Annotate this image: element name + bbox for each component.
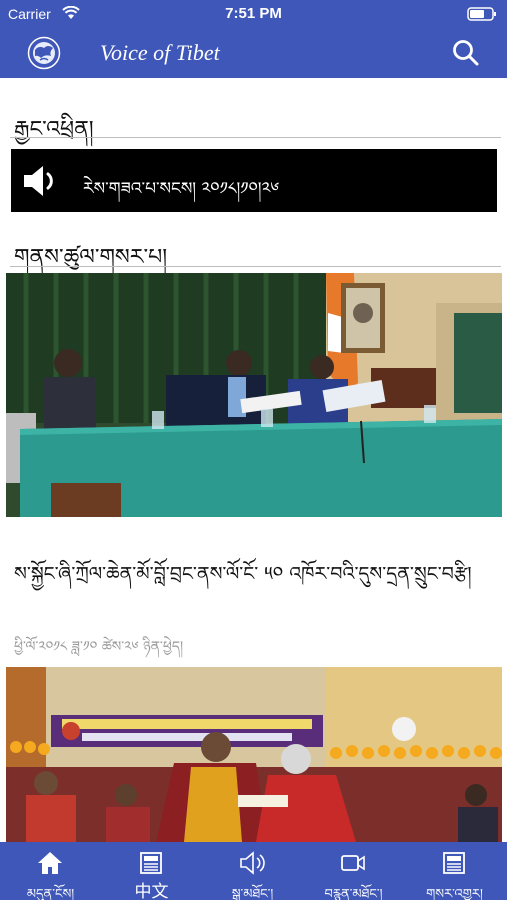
audio-player[interactable]: རེས་གཟའ་པ་སངས། ༢༠༡༨།༡༠།༢༦ xyxy=(11,149,497,212)
video-icon xyxy=(341,855,365,871)
newspaper-icon xyxy=(140,852,162,874)
divider xyxy=(10,137,501,138)
divider xyxy=(10,266,501,267)
logo-icon xyxy=(27,36,61,70)
clock: 7:51 PM xyxy=(225,5,282,22)
tab-video[interactable]: བརྙན་མཐོང་། xyxy=(303,842,404,900)
tab-label-home: མདུན་ངོས། xyxy=(26,887,75,900)
speaker-icon[interactable] xyxy=(21,162,61,200)
battery-icon xyxy=(467,7,496,21)
newspaper-icon xyxy=(443,852,465,874)
tab-label-video: བརྙན་མཐོང་། xyxy=(324,887,383,900)
article-photo[interactable] xyxy=(6,667,502,842)
tab-label-news: གསར་འགྱུར། xyxy=(426,887,483,900)
article-photo[interactable] xyxy=(6,273,502,517)
tab-label-chinese: 中文 xyxy=(134,882,169,900)
search-icon[interactable] xyxy=(451,38,481,68)
tab-label-audio: སྒྲ་མཐོང་། xyxy=(231,887,274,900)
tab-audio[interactable]: སྒྲ་མཐོང་། xyxy=(202,842,303,900)
ceremony-image xyxy=(6,667,502,842)
press-conference-image xyxy=(6,273,502,517)
speaker-icon xyxy=(240,851,265,875)
article-date: ཕྱི་ལོ་༢༠༡༨ ཟླ་༡༠ ཚེས་༢༦ ཉིན་ཕྱེད། xyxy=(14,639,184,655)
article-title[interactable]: ས་སྐྱོང་ཞི་ཀྲོལ་ཆེན་མོ་བློ་བྲང་ནས་ལོ་ངོ་… xyxy=(14,560,494,588)
tab-bar: མདུན་ངོས། 中文 སྒྲ་མཐོང་། བརྙན་མཐོང་། གསར་… xyxy=(0,842,507,900)
home-icon xyxy=(38,852,62,874)
app-title: Voice of Tibet xyxy=(100,40,220,65)
status-bar: Carrier 7:51 PM xyxy=(0,0,507,28)
navigation-bar: Voice of Tibet xyxy=(0,28,507,78)
tab-news[interactable]: གསར་འགྱུར། xyxy=(404,842,505,900)
tab-chinese[interactable]: 中文 xyxy=(101,842,202,900)
audio-episode-label: རེས་གཟའ་པ་སངས། ༢༠༡༨།༡༠།༢༦ xyxy=(83,179,280,199)
tab-home[interactable]: མདུན་ངོས། xyxy=(0,842,101,900)
